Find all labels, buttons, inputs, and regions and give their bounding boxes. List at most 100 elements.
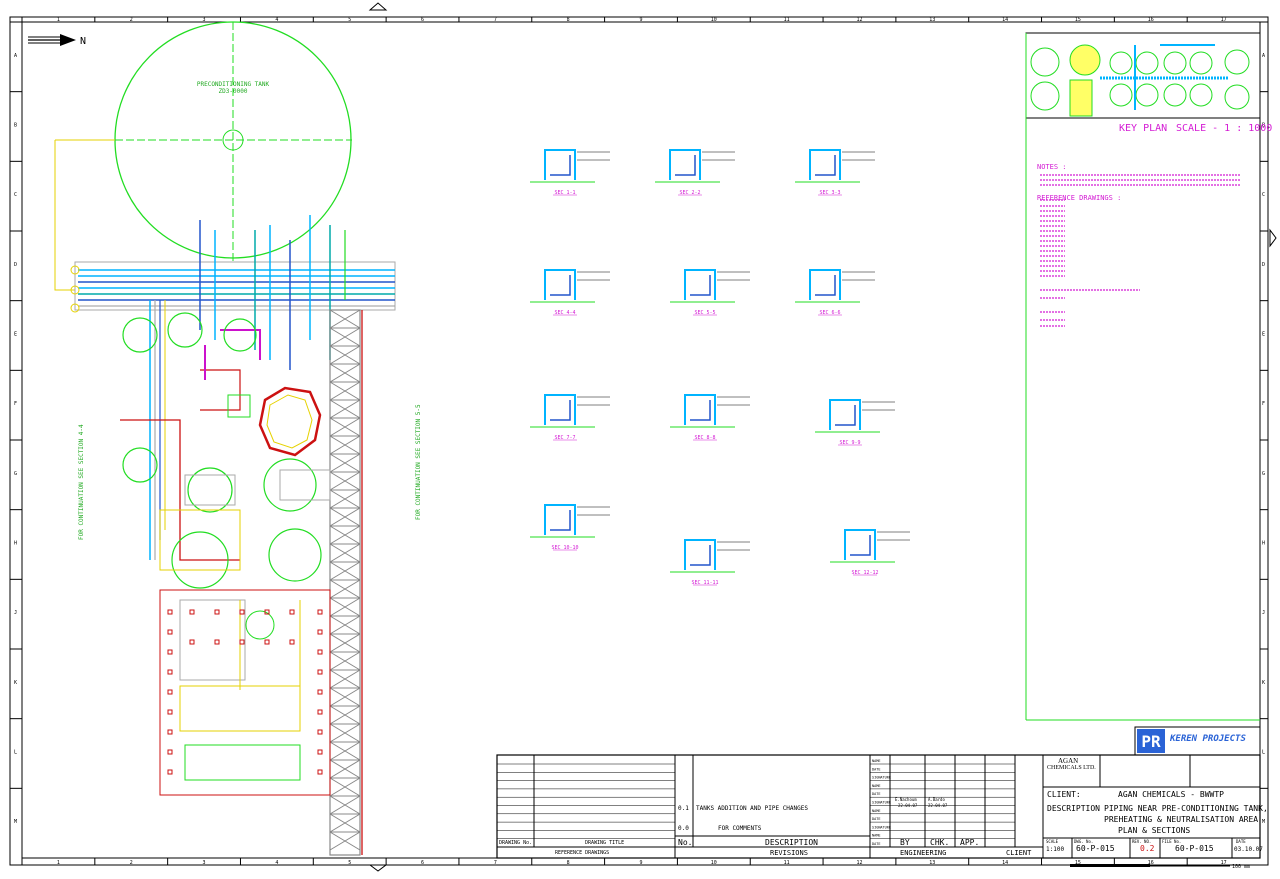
grid-col-label: 5 <box>348 860 351 866</box>
grid-col-label: 8 <box>567 17 570 23</box>
steel-structure <box>329 309 361 856</box>
engineering-label: ENGINEERING <box>900 849 947 857</box>
column-marker <box>317 769 323 775</box>
grid-row-label: H <box>14 541 17 547</box>
grid-row-label: C <box>1262 192 1265 198</box>
pipe-rack <box>70 261 396 313</box>
grid-col-label: 14 <box>1002 860 1008 866</box>
drawing-canvas: 1122334455667788991010111112121313141415… <box>9 2 1277 872</box>
grid-row-label: A <box>14 53 17 59</box>
scale-value: 1:100 <box>1046 846 1065 853</box>
by-label: BY <box>900 838 910 847</box>
grid-col-label: 17 <box>1221 860 1227 866</box>
sign-row-label: DATE <box>872 792 880 796</box>
key-plan-title-text: KEY PLAN <box>1119 123 1168 134</box>
section-3: SEC 3-3 <box>795 149 875 196</box>
column-marker <box>167 629 173 635</box>
grid-row-label: L <box>14 750 17 756</box>
revision-no-0-0: 0.0 <box>678 825 689 832</box>
revision-header-desc: DESCRIPTION <box>765 838 818 847</box>
sign-row-label: NAME <box>872 809 880 813</box>
grid-col-label: 17 <box>1221 17 1227 23</box>
grid-col-label: 1 <box>57 860 60 866</box>
grid-col-label: 12 <box>856 860 862 866</box>
column-marker <box>317 609 323 615</box>
svg-text:FOR CONTINUATION SEE SECTION 5: FOR CONTINUATION SEE SECTION 5-5 <box>415 404 422 520</box>
eng-name-2: A.Bardo <box>928 797 945 802</box>
grid-col-label: 5 <box>348 17 351 23</box>
svg-text:PR: PR <box>1141 732 1161 751</box>
column-marker <box>189 639 195 645</box>
section-12: SEC 12-12 <box>830 529 910 576</box>
client-footer-label: CLIENT <box>1006 849 1032 857</box>
lower-plan-area <box>159 509 301 781</box>
svg-text:FOR CONTINUATION SEE SECTION 4: FOR CONTINUATION SEE SECTION 4-4 <box>78 424 85 540</box>
north-label: N <box>80 36 86 47</box>
grid-col-label: 8 <box>567 860 570 866</box>
sign-row-label: NAME <box>872 759 880 763</box>
grid-col-label: 10 <box>711 17 717 23</box>
revisions-caption: REVISIONS <box>770 849 808 857</box>
grid-ticks: 1122334455667788991010111112121313141415… <box>10 17 1268 866</box>
description-line-2: PREHEATING & NEUTRALISATION AREA <box>1104 815 1259 824</box>
client-value: AGAN CHEMICALS - BWWTP <box>1118 790 1224 799</box>
grid-col-label: 3 <box>203 860 206 866</box>
grid-row-label: G <box>14 471 17 477</box>
grid-col-label: 6 <box>421 860 424 866</box>
rev-no: 0.2 <box>1140 844 1155 853</box>
sign-row-label: SIGNATURE <box>872 825 891 829</box>
reference-drawings-heading: REFERENCE DRAWINGS : <box>1037 194 1122 202</box>
key-plan-title: KEY PLAN <box>1119 123 1167 134</box>
preconditioning-tank <box>114 21 352 262</box>
drawing-sheet: 1 1 2 2 3 3 4 4 5 5 6 6 7 7 8 8 9 9 10 10 11 11 12 12 13 13 14 14 15… <box>0 0 1280 875</box>
client-label: CLIENT: <box>1047 790 1081 799</box>
reference-drawings-caption: REFERENCE DRAWINGS <box>555 850 610 856</box>
grid-row-label: D <box>1262 262 1265 268</box>
column-marker <box>317 729 323 735</box>
sign-row-label: SIGNATURE <box>872 801 891 805</box>
grid-col-label: 2 <box>130 17 133 23</box>
column-marker <box>167 769 173 775</box>
column-marker <box>167 729 173 735</box>
grid-col-label: 16 <box>1148 17 1154 23</box>
grid-row-label: A <box>1262 53 1265 59</box>
revision-no-0-1: 0.1 <box>678 805 689 812</box>
app-label: APP. <box>960 838 980 847</box>
grid-row-label: B <box>14 123 17 129</box>
grid-col-label: 3 <box>203 17 206 23</box>
column-marker <box>317 669 323 675</box>
description-label: DESCRIPTION <box>1047 804 1100 813</box>
column-marker <box>264 639 270 645</box>
grid-row-label: F <box>14 401 17 407</box>
file-no: 60-P-015 <box>1175 844 1214 853</box>
sign-row-label: DATE <box>872 767 880 771</box>
section-views: SEC 1-1 SEC 2-2 SEC 3-3 SEC 4-4 SEC 5-5 SEC 6… <box>530 149 910 586</box>
column-marker <box>214 639 220 645</box>
sign-row-label: DATE <box>872 842 880 846</box>
grid-row-label: J <box>14 610 17 616</box>
eng-name-1: E.Nachoum <box>895 797 917 802</box>
grid-row-label: K <box>1262 680 1265 686</box>
grid-row-label: G <box>1262 471 1265 477</box>
grid-col-label: 9 <box>639 17 642 23</box>
grid-col-label: 6 <box>421 17 424 23</box>
drawing-no-header: DRAWING No. <box>499 840 533 846</box>
grid-col-label: 1 <box>57 17 60 23</box>
column-marker <box>289 639 295 645</box>
grid-col-label: 4 <box>275 860 278 866</box>
vertical-pipe-bundle <box>149 215 346 560</box>
scale-bar <box>1070 864 1230 867</box>
column-marker <box>239 639 245 645</box>
sign-row-label: NAME <box>872 784 880 788</box>
grid-col-label: 15 <box>1075 17 1081 23</box>
column-marker <box>167 709 173 715</box>
grid-col-label: 12 <box>856 17 862 23</box>
sign-row-label: DATE <box>872 817 880 821</box>
grid-row-label: M <box>14 819 17 825</box>
key-plan-scale: SCALE - 1 : 1000 <box>1176 123 1272 134</box>
section-2: SEC 2-2 <box>655 149 735 196</box>
north-arrow-icon <box>28 34 76 46</box>
company-name: KEREN PROJECTS <box>1170 734 1246 744</box>
revision-desc-0-0: FOR COMMENTS <box>718 825 762 832</box>
section-8: SEC 8-8 <box>670 394 750 441</box>
